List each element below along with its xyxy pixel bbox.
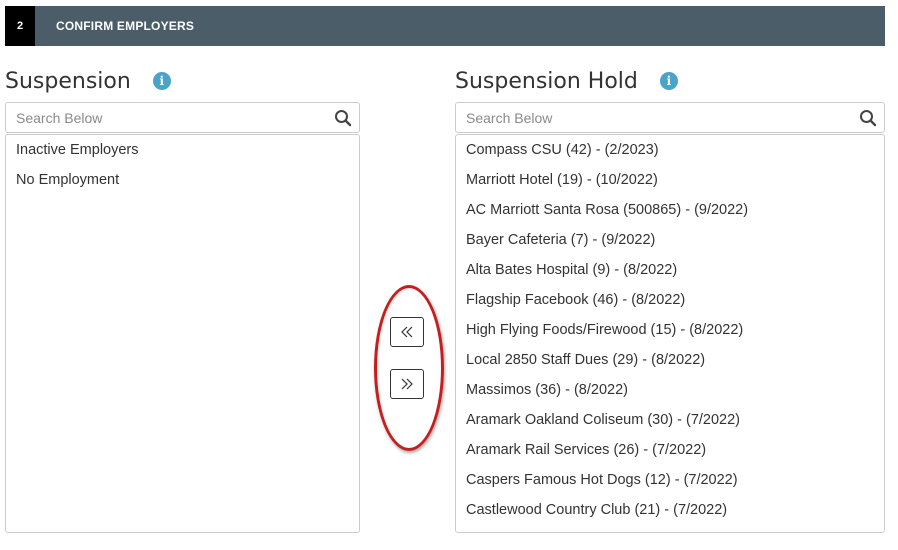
info-icon[interactable]: i (659, 72, 678, 90)
move-left-button[interactable] (390, 317, 424, 347)
suspension-list[interactable]: Inactive Employers No Employment (5, 134, 360, 533)
suspension-hold-search (455, 102, 885, 133)
list-item[interactable]: Castlewood Country Club (21) - (7/2022) (456, 495, 884, 525)
list-item[interactable]: Local 2850 Staff Dues (29) - (8/2022) (456, 345, 884, 375)
suspension-panel-title: Suspension i (5, 66, 171, 96)
suspension-title-text: Suspension (5, 68, 131, 94)
list-item[interactable]: Aramark Oakland Coliseum (30) - (7/2022) (456, 405, 884, 435)
list-item[interactable]: Inactive Employers (6, 135, 359, 165)
list-item[interactable]: Caspers Famous Hot Dogs (12) - (7/2022) (456, 465, 884, 495)
suspension-hold-search-input[interactable] (456, 103, 884, 132)
highlight-annotation-oval (374, 285, 444, 451)
list-item[interactable]: Massimos (36) - (8/2022) (456, 375, 884, 405)
search-icon[interactable] (859, 109, 877, 127)
suspension-search (5, 102, 360, 133)
double-chevron-left-icon (401, 326, 413, 338)
list-item[interactable]: Flagship Facebook (46) - (8/2022) (456, 285, 884, 315)
search-icon[interactable] (334, 109, 352, 127)
step-number-badge: 2 (5, 6, 35, 46)
info-icon[interactable]: i (152, 72, 171, 90)
step-header: 2 CONFIRM EMPLOYERS (5, 6, 885, 46)
list-item[interactable]: Marriott Hotel (19) - (10/2022) (456, 165, 884, 195)
step-title: CONFIRM EMPLOYERS (56, 19, 195, 33)
suspension-hold-list[interactable]: Compass CSU (42) - (2/2023) Marriott Hote… (455, 134, 885, 533)
list-item[interactable]: Bayer Cafeteria (7) - (9/2022) (456, 225, 884, 255)
suspension-hold-title-text: Suspension Hold (455, 68, 638, 94)
suspension-search-input[interactable] (6, 103, 359, 132)
list-item[interactable]: Compass CSU (42) - (2/2023) (456, 135, 884, 165)
double-chevron-right-icon (401, 378, 413, 390)
list-item[interactable]: Alta Bates Hospital (9) - (8/2022) (456, 255, 884, 285)
list-item[interactable]: AC Marriott Santa Rosa (500865) - (9/202… (456, 195, 884, 225)
suspension-hold-panel-title: Suspension Hold i (455, 66, 678, 96)
list-item[interactable]: High Flying Foods/Firewood (15) - (8/202… (456, 315, 884, 345)
list-item[interactable]: Aramark Rail Services (26) - (7/2022) (456, 435, 884, 465)
list-item[interactable]: No Employment (6, 165, 359, 195)
move-right-button[interactable] (390, 369, 424, 399)
